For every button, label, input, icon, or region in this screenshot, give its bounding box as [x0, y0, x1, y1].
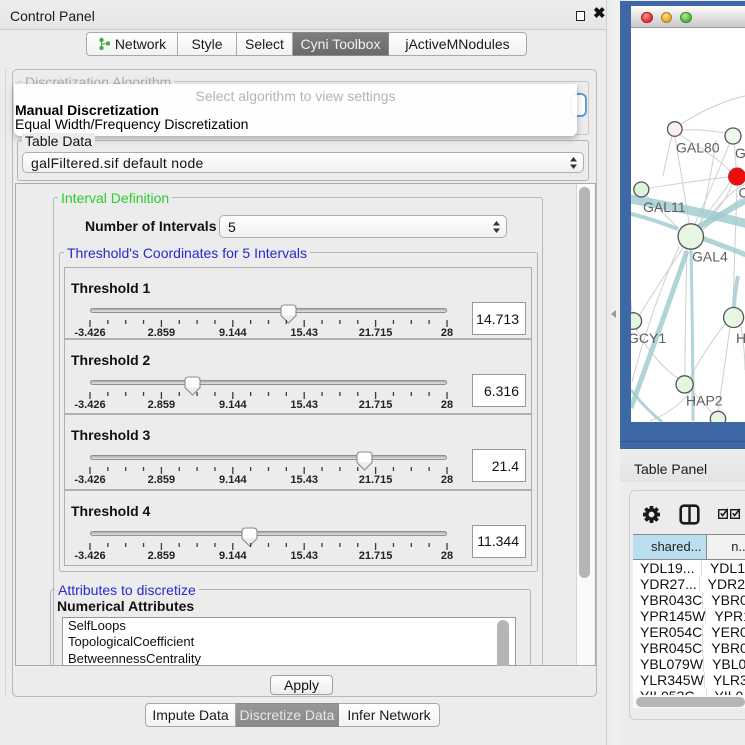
svg-text:HAP2: HAP2: [686, 393, 723, 409]
svg-text:GA: GA: [735, 145, 745, 161]
svg-text:GAL80: GAL80: [676, 140, 720, 156]
svg-text:GCY1: GCY1: [631, 330, 666, 346]
svg-text:GAL4: GAL4: [692, 248, 728, 264]
svg-text:C: C: [739, 185, 745, 201]
svg-text:H: H: [736, 330, 745, 346]
svg-text:GAL11: GAL11: [643, 199, 686, 215]
